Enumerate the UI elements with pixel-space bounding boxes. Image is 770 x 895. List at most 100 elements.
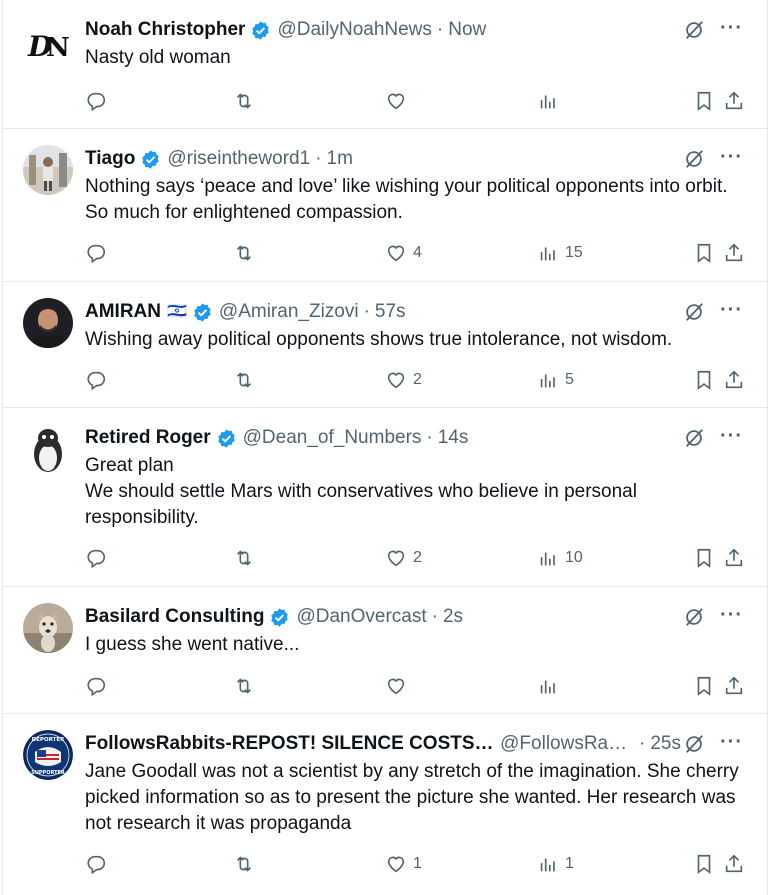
bookmark-button[interactable]: [693, 90, 715, 112]
separator-dot: ·: [426, 427, 433, 448]
retweet-button[interactable]: [233, 90, 255, 112]
timestamp[interactable]: 25s: [650, 731, 681, 757]
like-button[interactable]: 2: [385, 369, 422, 391]
tweet[interactable]: DEPORTER SUPPORTER FollowsRabbits-REPOST…: [2, 713, 768, 895]
timestamp[interactable]: Now: [448, 17, 486, 43]
author-handle[interactable]: @Amiran_Zizovi: [219, 299, 359, 325]
reply-icon: [87, 92, 106, 112]
views-count: 1: [565, 855, 574, 872]
avatar[interactable]: [23, 424, 73, 474]
views-button[interactable]: 15: [537, 242, 583, 264]
reply-button[interactable]: [85, 853, 107, 875]
avatar[interactable]: [23, 298, 73, 348]
grok-icon[interactable]: [683, 19, 705, 41]
author-name[interactable]: Basilard Consulting: [85, 604, 264, 630]
timestamp[interactable]: 2s: [443, 604, 463, 630]
bookmark-button[interactable]: [693, 242, 715, 264]
retweet-button[interactable]: [233, 853, 255, 875]
retweet-button[interactable]: [233, 547, 255, 569]
bookmark-button[interactable]: [693, 369, 715, 391]
like-button[interactable]: 2: [385, 547, 422, 569]
grok-icon[interactable]: [683, 606, 705, 628]
author-handle[interactable]: @Dean_of_Numbers: [243, 425, 422, 451]
grok-icon[interactable]: [683, 148, 705, 170]
author-name[interactable]: Noah Christopher: [85, 17, 245, 43]
reply-button[interactable]: [85, 369, 107, 391]
views-button[interactable]: 1: [537, 853, 574, 875]
share-button[interactable]: [723, 853, 745, 875]
bookmark-icon: [697, 854, 711, 874]
bookmark-button[interactable]: [693, 675, 715, 697]
reply-icon: [87, 244, 106, 264]
author-name[interactable]: Tiago: [85, 146, 135, 172]
like-button[interactable]: [385, 675, 413, 697]
share-button[interactable]: [723, 675, 745, 697]
bookmark-icon: [697, 243, 711, 263]
more-options-icon[interactable]: ···: [720, 17, 743, 40]
action-bar: [85, 674, 745, 698]
grok-icon[interactable]: [683, 427, 705, 449]
like-count: 2: [413, 549, 422, 566]
reply-button[interactable]: [85, 90, 107, 112]
author-handle[interactable]: @DanOvercast: [296, 604, 426, 630]
author-name[interactable]: AMIRAN: [85, 299, 161, 325]
more-options-icon[interactable]: ···: [720, 604, 743, 627]
heart-icon: [387, 93, 405, 110]
bookmark-icon: [697, 91, 711, 111]
views-button[interactable]: [537, 90, 565, 112]
views-button[interactable]: [537, 675, 565, 697]
more-options-icon[interactable]: ···: [720, 146, 743, 169]
svg-text:N: N: [46, 33, 70, 63]
like-button[interactable]: 4: [385, 242, 422, 264]
heart-icon: [387, 856, 405, 873]
views-icon: [540, 858, 555, 872]
person-photo-icon: [23, 298, 73, 348]
share-button[interactable]: [723, 547, 745, 569]
share-button[interactable]: [723, 369, 745, 391]
more-options-icon[interactable]: ···: [720, 731, 743, 754]
share-button[interactable]: [723, 90, 745, 112]
author-name[interactable]: FollowsRabbits-REPOST! SILENCE COSTS ...: [85, 731, 494, 757]
author-handle[interactable]: @riseintheword1: [167, 146, 310, 172]
deporter-badge-icon: DEPORTER SUPPORTER: [23, 730, 73, 780]
reply-button[interactable]: [85, 547, 107, 569]
avatar[interactable]: [23, 603, 73, 653]
author-handle[interactable]: @FollowsRab...: [500, 731, 634, 757]
verified-badge-icon: [142, 149, 160, 169]
tweet[interactable]: D N Noah Christopher @DailyNoahNews · No…: [2, 0, 768, 128]
views-count: 5: [565, 371, 574, 388]
action-bar: 4 15: [85, 241, 745, 265]
share-button[interactable]: [723, 242, 745, 264]
grok-icon[interactable]: [683, 301, 705, 323]
tweet[interactable]: Tiago @riseintheword1 · 1m ··· Nothing s…: [2, 128, 768, 281]
reply-button[interactable]: [85, 242, 107, 264]
share-icon: [725, 370, 743, 389]
separator-dot: ·: [436, 19, 444, 40]
author-handle[interactable]: @DailyNoahNews: [277, 17, 431, 43]
avatar[interactable]: [23, 145, 73, 195]
views-button[interactable]: 10: [537, 547, 583, 569]
retweet-icon: [236, 550, 252, 566]
like-button[interactable]: 1: [385, 853, 422, 875]
author-name[interactable]: Retired Roger: [85, 425, 211, 451]
like-button[interactable]: [385, 90, 413, 112]
reply-button[interactable]: [85, 675, 107, 697]
tweet[interactable]: Basilard Consulting @DanOvercast · 2s ··…: [2, 586, 768, 713]
retweet-icon: [236, 93, 252, 109]
timestamp[interactable]: 57s: [375, 299, 406, 325]
timestamp[interactable]: 1m: [327, 146, 353, 172]
views-button[interactable]: 5: [537, 369, 574, 391]
retweet-button[interactable]: [233, 675, 255, 697]
bookmark-button[interactable]: [693, 853, 715, 875]
grok-icon[interactable]: [683, 733, 705, 755]
timestamp[interactable]: 14s: [438, 425, 469, 451]
retweet-button[interactable]: [233, 369, 255, 391]
tweet[interactable]: Retired Roger @Dean_of_Numbers · 14s ···…: [2, 407, 768, 586]
bookmark-button[interactable]: [693, 547, 715, 569]
avatar[interactable]: D N: [23, 22, 73, 72]
more-options-icon[interactable]: ···: [720, 425, 743, 448]
avatar[interactable]: DEPORTER SUPPORTER: [23, 730, 73, 780]
retweet-button[interactable]: [233, 242, 255, 264]
more-options-icon[interactable]: ···: [720, 299, 743, 322]
tweet[interactable]: AMIRAN 🇮🇱 @Amiran_Zizovi · 57s ··· Wishi…: [2, 281, 768, 407]
